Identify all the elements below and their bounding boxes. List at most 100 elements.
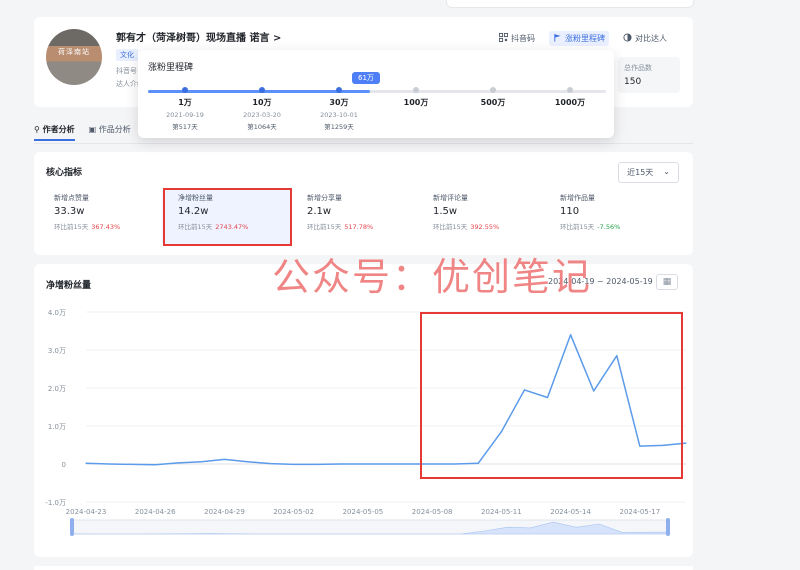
metric-new-works[interactable]: 新增作品量 110 环比前15天 -7.56%: [560, 193, 678, 231]
tab-author-analysis[interactable]: ⚲ 作者分析: [34, 124, 75, 141]
milestone-dot: [182, 87, 188, 93]
metric-new-likes[interactable]: 新增点赞量 33.3w 环比前15天 367.43%: [54, 193, 172, 231]
compare-label: 环比前15天: [307, 223, 342, 231]
total-works-label: 总作品数: [624, 64, 652, 72]
calendar-icon[interactable]: ▦: [656, 274, 678, 290]
period-select[interactable]: 近15天 ⌄: [618, 162, 679, 183]
x-tick-label: 2024-05-08: [412, 508, 453, 516]
milestone-item: 100万: [381, 86, 451, 108]
compare-label: 对比达人: [635, 34, 667, 43]
y-tick-label: 4.0万: [48, 309, 66, 317]
popup-title: 涨粉里程碑: [148, 63, 194, 73]
metric-change: 367.43%: [91, 223, 121, 231]
milestone-button[interactable]: 涨粉里程碑: [549, 31, 609, 46]
metric-value: 1.5w: [433, 206, 458, 217]
qr-code-button[interactable]: 抖音码: [495, 31, 539, 46]
data-point: [685, 442, 687, 444]
compare-button[interactable]: 对比达人: [619, 31, 671, 46]
y-tick-label: 3.0万: [48, 347, 66, 355]
metric-value: 2.1w: [307, 206, 332, 217]
tab-label: 作品分析: [98, 125, 131, 134]
data-point: [131, 463, 133, 465]
data-point: [246, 461, 249, 463]
data-point: [293, 463, 295, 465]
milestone-value: 10万: [252, 98, 272, 107]
x-tick-label: 2024-04-23: [66, 508, 107, 516]
compare-label: 环比前15天: [433, 223, 468, 231]
tab-divider: [34, 143, 693, 144]
compare-icon: [623, 33, 632, 44]
image-icon: ▣: [88, 125, 97, 134]
milestone-item: 10万 2023-03-20 第1064天: [227, 86, 297, 131]
data-point: [408, 463, 410, 465]
x-tick-label: 2024-05-02: [273, 508, 314, 516]
overview-handle-right: [666, 518, 670, 536]
metric-compare: 环比前15天 -7.56%: [560, 221, 678, 231]
data-point: [108, 463, 110, 465]
compare-label: 环比前15天: [54, 223, 89, 231]
metric-new-comments[interactable]: 新增评论量 1.5w 环比前15天 392.55%: [433, 193, 551, 231]
x-tick-label: 2024-05-14: [550, 508, 591, 516]
category-tag: 文化: [116, 49, 138, 61]
milestone-dot: [567, 87, 573, 93]
overview-handle-left: [70, 518, 74, 536]
data-point: [177, 462, 179, 464]
milestone-date: 2023-10-01: [320, 111, 358, 119]
avatar: 荷泽南站: [46, 29, 102, 85]
analysis-tabs: ⚲ 作者分析 ▣ 作品分析: [34, 124, 131, 141]
metric-new-shares[interactable]: 新增分享量 2.1w 环比前15天 517.78%: [307, 193, 425, 231]
milestone-dot: [413, 87, 419, 93]
y-tick-label: 2.0万: [48, 385, 66, 393]
qr-code-label: 抖音码: [511, 34, 535, 43]
author-name[interactable]: 郭有才（菏泽树哥）现场直播 诺言 >: [116, 29, 281, 44]
milestone-value: 1万: [178, 98, 192, 107]
milestone-dot: [490, 87, 496, 93]
milestone-value: 100万: [403, 98, 429, 107]
watermark-text: 公众号：优创笔记: [272, 255, 593, 299]
data-point: [362, 463, 364, 465]
metric-value: 110: [560, 206, 580, 217]
data-point: [154, 464, 156, 466]
milestone-dot: [336, 87, 342, 93]
metric-compare: 环比前15天 392.55%: [433, 221, 551, 231]
next-card-edge: [34, 566, 693, 570]
milestone-days: 第1259天: [324, 123, 354, 131]
period-select-value: 近15天: [627, 168, 654, 177]
total-works-box: 总作品数 150: [618, 57, 680, 93]
metric-label: 新增分享量: [307, 194, 342, 202]
tab-works-analysis[interactable]: ▣ 作品分析: [89, 124, 131, 141]
fan-milestone-popup: 涨粉里程碑 61万 1万 2021-09-19 第517天 10万 2023-0…: [138, 50, 614, 138]
x-tick-label: 2024-04-29: [204, 508, 245, 516]
highlight-box-chart: [420, 312, 683, 479]
chevron-down-icon: ⌄: [663, 167, 670, 176]
metric-compare: 环比前15天 367.43%: [54, 221, 172, 231]
avatar-sign-text: 荷泽南站: [58, 48, 90, 56]
total-works-value: 150: [624, 77, 642, 87]
data-point: [316, 463, 318, 465]
milestone-value: 30万: [329, 98, 349, 107]
compare-label: 环比前15天: [560, 223, 595, 231]
data-point: [270, 463, 272, 465]
metric-label: 新增作品量: [560, 194, 595, 202]
x-tick-label: 2024-05-05: [343, 508, 384, 516]
milestone-value: 1000万: [554, 98, 586, 107]
core-metrics-card: 核心指标 近15天 ⌄ 新增点赞量 33.3w 环比前15天 367.43% 净增…: [34, 152, 693, 255]
metric-change: -7.56%: [597, 223, 621, 231]
metric-label: 新增点赞量: [54, 194, 89, 202]
milestone-label: 涨粉里程碑: [565, 34, 605, 43]
tab-label: 作者分析: [42, 125, 75, 134]
metric-change: 392.55%: [470, 223, 500, 231]
x-tick-label: 2024-04-26: [135, 508, 176, 516]
milestone-item: 1万 2021-09-19 第517天: [150, 86, 220, 131]
milestone-days: 第1064天: [247, 123, 277, 131]
metric-value: 33.3w: [54, 206, 85, 217]
profile-actions: 抖音码 涨粉里程碑 对比达人: [495, 31, 671, 46]
milestone-date: 2023-03-20: [243, 111, 281, 119]
user-icon: ⚲: [34, 125, 40, 134]
core-metrics-title: 核心指标: [46, 168, 83, 178]
highlight-box-metric: [163, 188, 292, 246]
milestone-item: 30万 2023-10-01 第1259天: [304, 86, 374, 131]
milestone-item: 1000万: [535, 86, 605, 108]
data-point: [385, 463, 387, 465]
flag-icon: [553, 33, 562, 44]
